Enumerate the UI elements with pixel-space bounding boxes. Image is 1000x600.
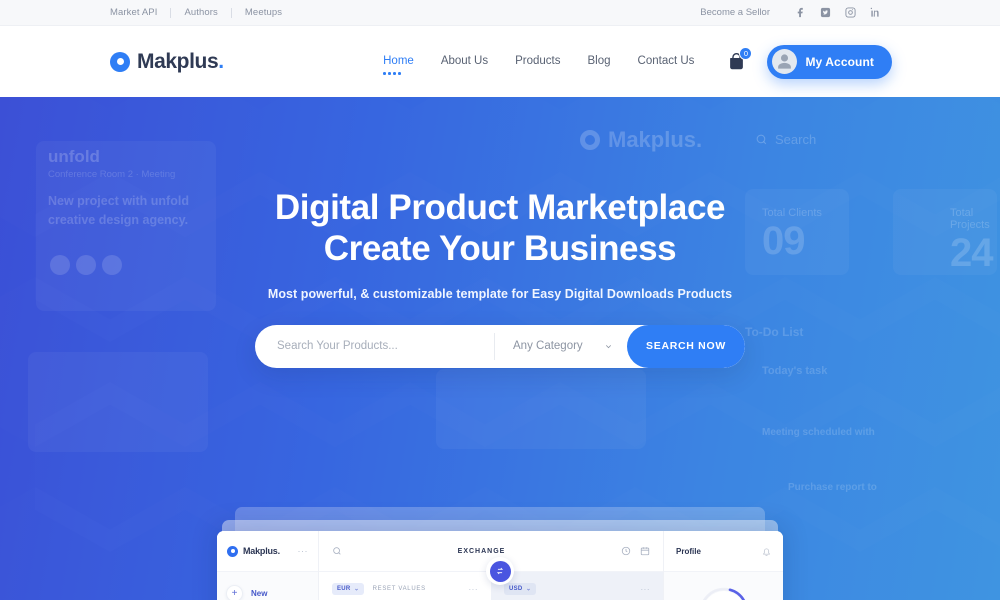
become-seller-link[interactable]: Become a Sellor — [700, 7, 770, 18]
chevron-down-icon — [526, 588, 530, 590]
hero-section: unfold Conference Room 2 · Meeting New p… — [0, 97, 1000, 600]
currency-label: EUR — [337, 586, 351, 592]
exchange-panel: EUR RESET VALUES ··· €1 700.00 1 USD = 0… — [319, 557, 663, 600]
profile-avatar-ring — [698, 586, 750, 600]
profile-title: Profile — [676, 546, 701, 556]
nav-label: Home — [383, 54, 414, 67]
nav-item-about-us[interactable]: About Us — [441, 55, 488, 69]
bell-icon[interactable] — [762, 547, 771, 556]
topbar-link-authors[interactable]: Authors — [171, 7, 230, 18]
hero-title-line1: Digital Product Marketplace — [274, 188, 726, 227]
linkedin-icon[interactable] — [869, 6, 882, 19]
topbar-right: Become a Sellor — [700, 6, 882, 19]
hero-title-line2: Create Your Business — [323, 229, 677, 269]
clock-icon[interactable] — [621, 546, 631, 556]
plus-icon: + — [226, 585, 243, 600]
exchange-source-header: EUR RESET VALUES ··· — [319, 583, 491, 595]
topbar-link-market-api[interactable]: Market API — [110, 7, 170, 18]
swap-icon — [496, 567, 504, 575]
nav-item-contact-us[interactable]: Contact Us — [638, 55, 695, 69]
exchange-source: EUR RESET VALUES ··· €1 700.00 1 USD = 0… — [319, 572, 491, 600]
cart-icon[interactable]: 0 — [728, 47, 753, 70]
mockup-main: EXCHANGE EUR RESET VALUES ··· USD ··· — [319, 531, 663, 600]
my-account-label: My Account — [805, 54, 874, 69]
page-title: Digital Product Marketplace Create Your … — [0, 187, 1000, 270]
topbar-links: Market API Authors Meetups — [110, 7, 295, 18]
my-account-button[interactable]: My Account — [767, 44, 892, 79]
logo-wordmark: Makplus. — [137, 49, 224, 73]
utility-topbar: Market API Authors Meetups Become a Sell… — [0, 0, 1000, 26]
active-nav-indicator — [383, 72, 401, 75]
dashboard-mockup: Makplus. ··· + New Home — [217, 531, 783, 600]
search-now-button[interactable]: SEARCH NOW — [627, 324, 745, 368]
calendar-icon[interactable] — [640, 546, 650, 556]
hero-subtitle: Most powerful, & customizable template f… — [267, 286, 733, 301]
mockup-sidebar: Makplus. ··· + New Home — [217, 531, 319, 600]
search-input[interactable] — [255, 324, 494, 368]
site-header: Makplus. Home About Us Products Blog Con… — [0, 26, 1000, 97]
currency-select-usd[interactable]: USD — [504, 583, 536, 595]
mockup-new-label: New — [251, 589, 268, 598]
mockup-logo-text: Makplus. — [243, 546, 280, 556]
search-icon[interactable] — [332, 546, 342, 556]
chevron-down-icon — [354, 588, 358, 590]
product-search-bar: Any Category SEARCH NOW — [255, 324, 745, 368]
header-actions: 0 My Account — [728, 44, 892, 79]
swap-currency-button[interactable] — [486, 557, 514, 585]
currency-label: USD — [509, 586, 523, 592]
exchange-target-header: USD ··· — [491, 583, 663, 595]
category-select-label: Any Category — [513, 340, 583, 353]
currency-select-eur[interactable]: EUR — [332, 583, 364, 595]
page-root: Market API Authors Meetups Become a Sell… — [0, 0, 1000, 600]
mockup-sidebar-logo[interactable]: Makplus. ··· — [217, 531, 318, 572]
nav-item-blog[interactable]: Blog — [588, 55, 611, 69]
category-select[interactable]: Any Category — [495, 340, 627, 352]
main-nav: Home About Us Products Blog Contact Us — [383, 54, 695, 75]
mockup-new-button[interactable]: + New — [217, 572, 318, 600]
exchange-target-more-icon[interactable]: ··· — [641, 585, 651, 594]
mockup-profile-panel: Profile — [663, 531, 783, 600]
avatar — [772, 49, 798, 74]
hero-content: Digital Product Marketplace Create Your … — [0, 97, 1000, 368]
topbar-link-meetups[interactable]: Meetups — [232, 7, 295, 18]
chevron-down-icon — [605, 344, 612, 348]
instagram-icon[interactable] — [844, 6, 857, 19]
mockup-sidebar-more-icon[interactable]: ··· — [298, 546, 309, 556]
mockup-logo-icon — [227, 545, 238, 557]
profile-body: Todd Anderson todd.anderson@hotmail.com … — [664, 572, 783, 600]
mockup-page-title: EXCHANGE — [457, 547, 506, 555]
exchange-target: USD ··· $1 927.28 1 EUR = 1.140711 USD — [491, 572, 663, 600]
profile-panel-header: Profile — [664, 531, 783, 572]
logo-circle-icon — [110, 51, 130, 72]
reset-values-button[interactable]: RESET VALUES — [373, 586, 426, 592]
watermark-card-panel — [436, 369, 646, 449]
site-logo[interactable]: Makplus. — [110, 50, 224, 74]
exchange-source-more-icon[interactable]: ··· — [469, 585, 479, 594]
twitter-icon[interactable] — [819, 6, 832, 19]
facebook-icon[interactable] — [794, 6, 807, 19]
nav-item-home[interactable]: Home — [383, 54, 414, 75]
nav-item-products[interactable]: Products — [515, 55, 560, 69]
cart-count-badge: 0 — [739, 47, 753, 60]
mockup-topbar-actions — [621, 546, 650, 556]
